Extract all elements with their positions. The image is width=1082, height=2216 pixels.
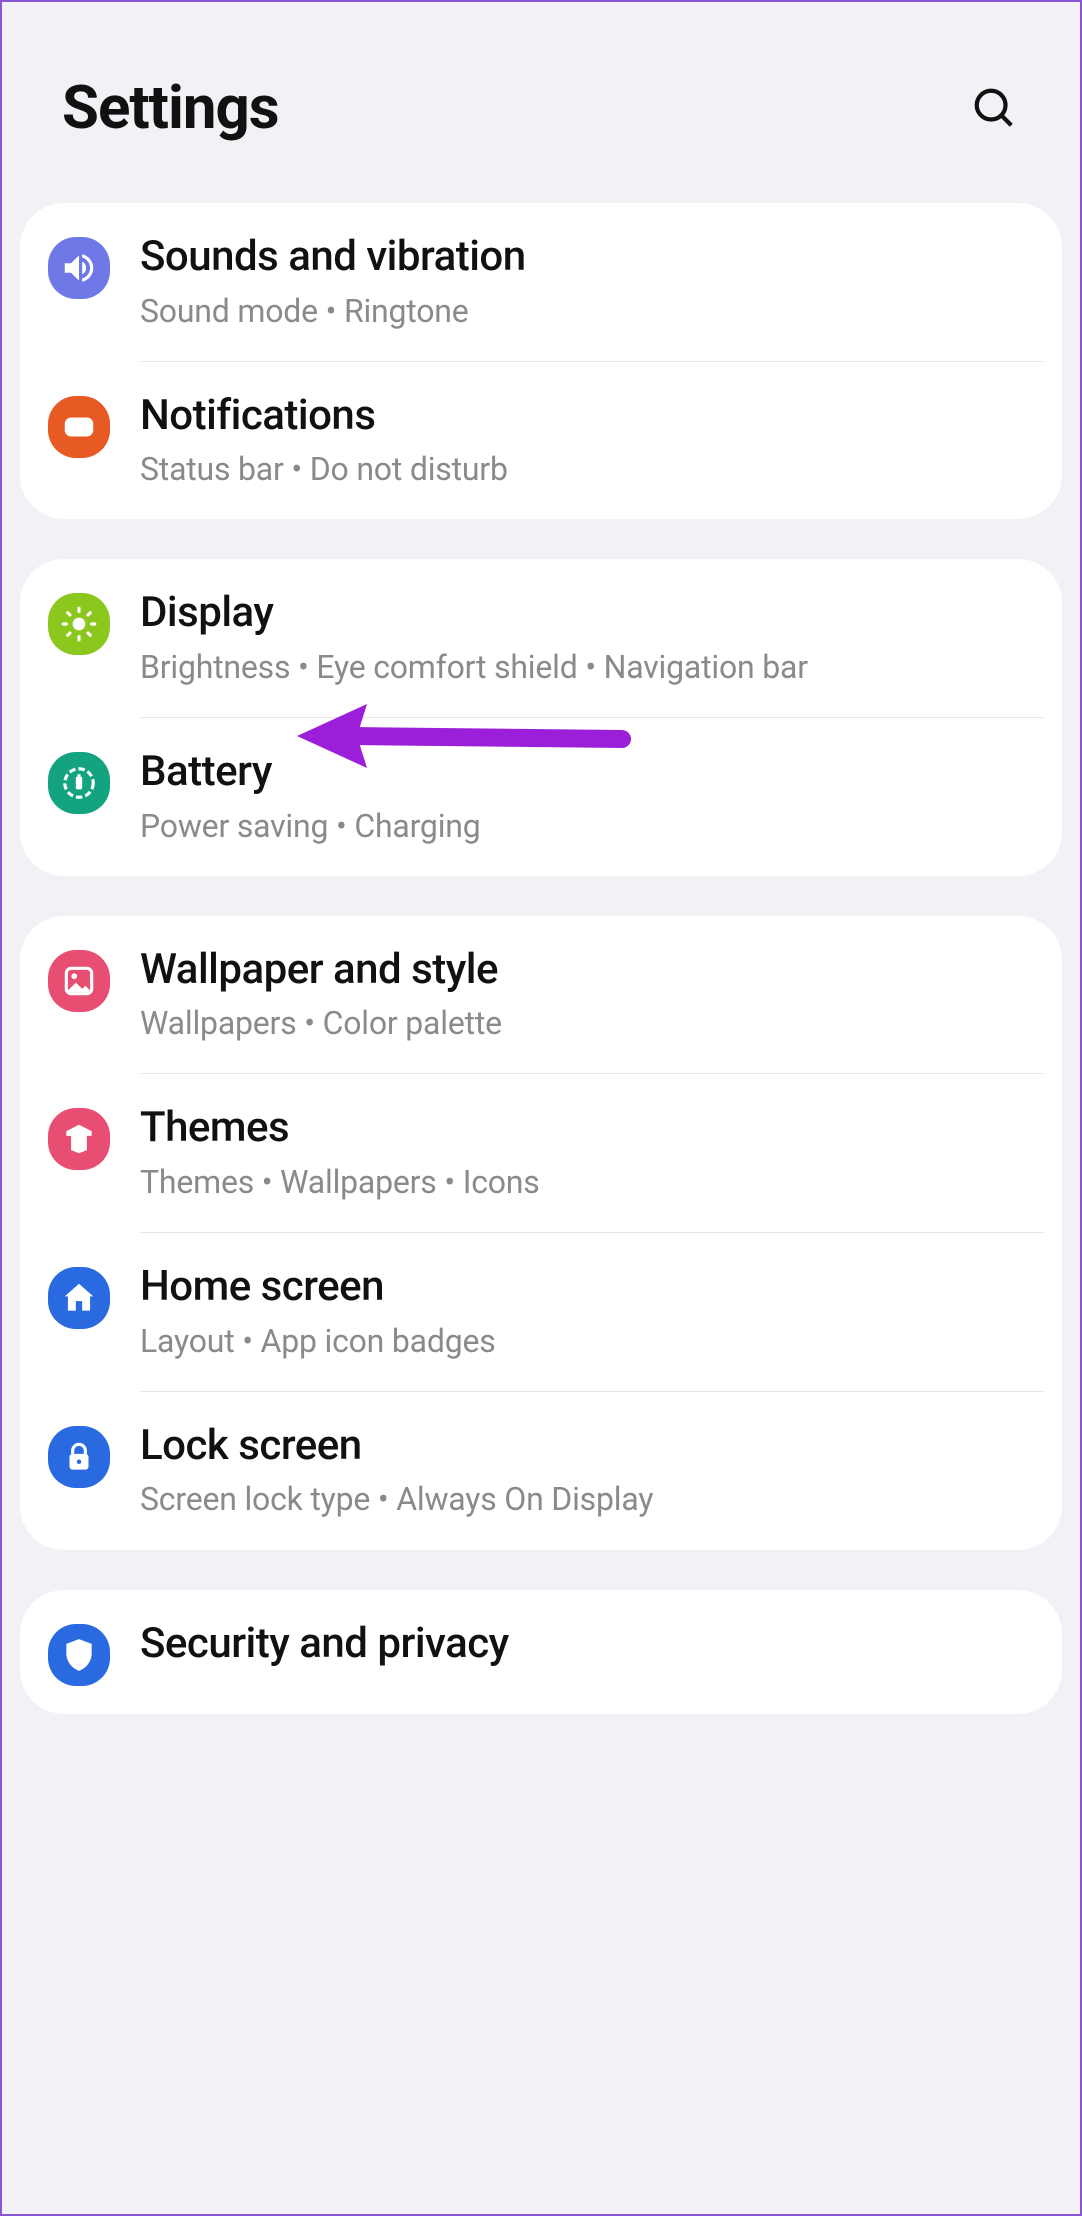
settings-item-text: Notifications Status bar • Do not distur… [140,390,1034,492]
settings-item-title: Sounds and vibration [140,231,1034,284]
settings-item-text: Home screen Layout • App icon badges [140,1261,1034,1363]
settings-item-subtitle: Layout • App icon badges [140,1320,1034,1363]
wallpaper-icon [48,950,110,1012]
settings-item-subtitle: Brightness • Eye comfort shield • Naviga… [140,646,1034,689]
home-icon [48,1267,110,1329]
page-title: Settings [62,72,279,143]
settings-group: Security and privacy [20,1590,1062,1714]
settings-item-title: Battery [140,746,1034,799]
settings-item-text: Security and privacy [140,1618,1034,1671]
settings-item-title: Display [140,587,1034,640]
settings-item-text: Display Brightness • Eye comfort shield … [140,587,1034,689]
settings-item-subtitle: Power saving • Charging [140,805,1034,848]
settings-item-subtitle: Sound mode • Ringtone [140,290,1034,333]
lock-icon [48,1426,110,1488]
settings-header: Settings [2,2,1080,203]
settings-item-title: Security and privacy [140,1618,1034,1671]
settings-item-home[interactable]: Home screen Layout • App icon badges [20,1233,1062,1391]
search-button[interactable] [968,82,1020,134]
security-icon [48,1624,110,1686]
settings-item-display[interactable]: Display Brightness • Eye comfort shield … [20,559,1062,717]
settings-item-title: Themes [140,1102,1034,1155]
settings-group: Sounds and vibration Sound mode • Ringto… [20,203,1062,519]
settings-item-text: Wallpaper and style Wallpapers • Color p… [140,944,1034,1046]
settings-group: Display Brightness • Eye comfort shield … [20,559,1062,875]
search-icon [971,85,1017,131]
settings-item-lock[interactable]: Lock screen Screen lock type • Always On… [20,1392,1062,1550]
settings-item-battery[interactable]: Battery Power saving • Charging [20,718,1062,876]
settings-item-title: Lock screen [140,1420,1034,1473]
battery-icon [48,752,110,814]
settings-item-title: Home screen [140,1261,1034,1314]
settings-item-security[interactable]: Security and privacy [20,1590,1062,1714]
settings-item-subtitle: Screen lock type • Always On Display [140,1478,1034,1521]
settings-item-text: Battery Power saving • Charging [140,746,1034,848]
notifications-icon [48,396,110,458]
settings-item-subtitle: Themes • Wallpapers • Icons [140,1161,1034,1204]
settings-item-text: Sounds and vibration Sound mode • Ringto… [140,231,1034,333]
settings-item-title: Wallpaper and style [140,944,1034,997]
settings-item-wallpaper[interactable]: Wallpaper and style Wallpapers • Color p… [20,916,1062,1074]
themes-icon [48,1108,110,1170]
settings-item-title: Notifications [140,390,1034,443]
settings-group: Wallpaper and style Wallpapers • Color p… [20,916,1062,1550]
settings-item-text: Themes Themes • Wallpapers • Icons [140,1102,1034,1204]
settings-item-themes[interactable]: Themes Themes • Wallpapers • Icons [20,1074,1062,1232]
settings-item-subtitle: Status bar • Do not disturb [140,448,1034,491]
settings-item-sound[interactable]: Sounds and vibration Sound mode • Ringto… [20,203,1062,361]
settings-item-text: Lock screen Screen lock type • Always On… [140,1420,1034,1522]
sound-icon [48,237,110,299]
display-icon [48,593,110,655]
settings-item-subtitle: Wallpapers • Color palette [140,1002,1034,1045]
settings-item-notifications[interactable]: Notifications Status bar • Do not distur… [20,362,1062,520]
